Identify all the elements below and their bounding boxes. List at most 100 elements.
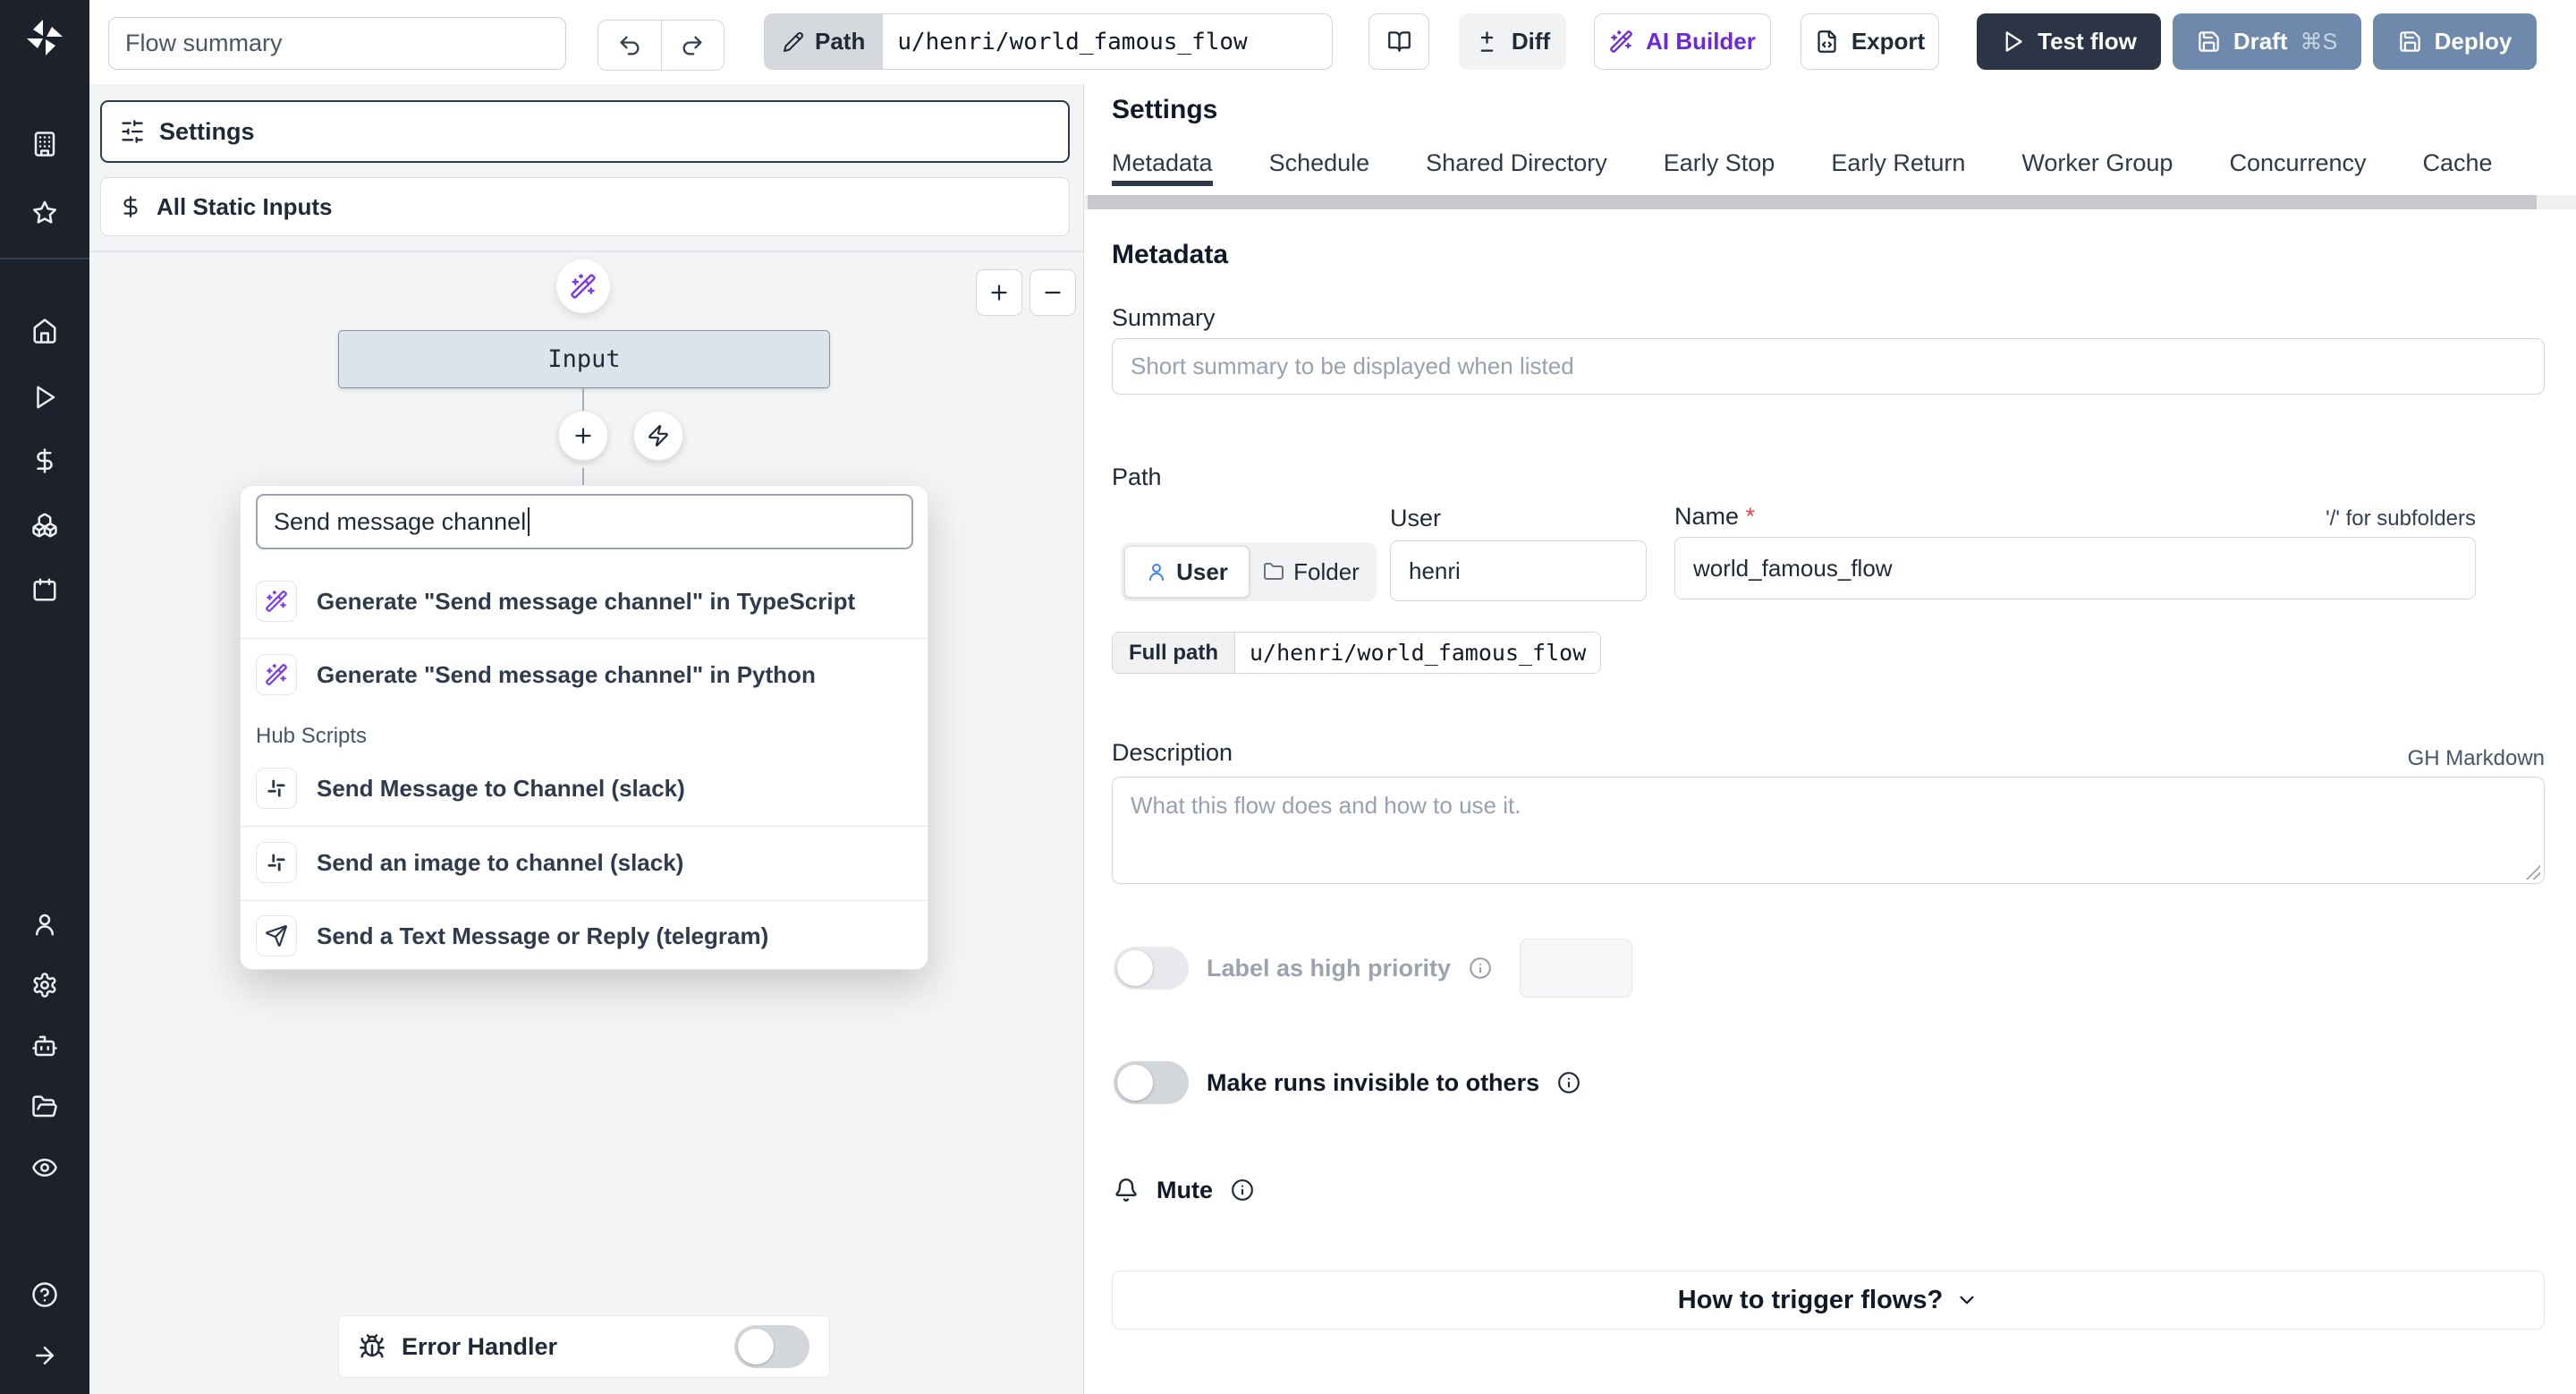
name-input[interactable] xyxy=(1674,537,2476,599)
edit-path-button[interactable]: Path xyxy=(765,14,884,69)
hub-scripts-section-label: Hub Scripts xyxy=(256,724,368,748)
runs-play-icon[interactable] xyxy=(31,384,58,411)
flow-summary-input[interactable] xyxy=(108,17,566,70)
tab-early-return[interactable]: Early Return xyxy=(1831,140,1965,186)
undo-redo-group xyxy=(597,20,724,71)
workspace-building-icon[interactable] xyxy=(31,131,58,157)
owner-user-option[interactable]: User xyxy=(1124,546,1250,598)
zoom-in-button[interactable] xyxy=(976,269,1022,316)
user-field-label: User xyxy=(1390,505,1442,531)
redo-button[interactable] xyxy=(662,21,724,70)
bell-icon xyxy=(1114,1177,1139,1203)
diff-icon xyxy=(1475,30,1499,54)
audit-eye-icon[interactable] xyxy=(31,1154,58,1181)
folders-icon[interactable] xyxy=(31,1093,58,1120)
help-circle-icon[interactable] xyxy=(31,1281,58,1308)
toggle-knob xyxy=(1117,950,1153,986)
slack-icon xyxy=(256,768,297,809)
flow-settings-label: Settings xyxy=(159,117,255,145)
test-flow-button[interactable]: Test flow xyxy=(1977,13,2161,70)
hub-script-item[interactable]: Send Message to Channel (slack) xyxy=(256,759,912,818)
high-priority-toggle[interactable] xyxy=(1114,947,1189,990)
static-inputs-node[interactable]: All Static Inputs xyxy=(100,177,1070,236)
info-icon[interactable] xyxy=(1557,1071,1580,1094)
step-search-input[interactable]: Send message channel xyxy=(256,494,913,549)
workers-bot-icon[interactable] xyxy=(31,1033,58,1059)
error-handler-toggle[interactable] xyxy=(734,1325,809,1368)
diff-button[interactable]: Diff xyxy=(1459,13,1566,70)
sidebar xyxy=(0,0,89,1394)
ai-step-suggestion-button[interactable] xyxy=(556,259,610,313)
path-label: Path xyxy=(815,28,866,55)
add-step-button[interactable] xyxy=(558,411,608,461)
deploy-button[interactable]: Deploy xyxy=(2373,13,2537,70)
home-icon[interactable] xyxy=(31,318,58,344)
windmill-flow-editor: Path u/henri/world_famous_flow Diff AI B… xyxy=(0,0,2576,1394)
owner-folder-option[interactable]: Folder xyxy=(1250,546,1373,598)
expand-arrow-icon[interactable] xyxy=(31,1342,58,1369)
tab-early-stop[interactable]: Early Stop xyxy=(1664,140,1775,186)
docs-button[interactable] xyxy=(1368,13,1429,70)
flow-settings-node[interactable]: Settings xyxy=(100,100,1070,163)
windmill-logo-icon[interactable] xyxy=(23,16,66,59)
hub-script-item[interactable]: Send an image to channel (slack) xyxy=(256,833,912,892)
list-divider xyxy=(241,900,928,901)
description-field-wrap xyxy=(1112,777,2545,884)
how-to-trigger-expander[interactable]: How to trigger flows? xyxy=(1112,1271,2545,1330)
input-node[interactable]: Input xyxy=(338,330,830,388)
schedules-calendar-icon[interactable] xyxy=(31,576,58,603)
description-label: Description xyxy=(1112,739,1233,766)
resources-boxes-icon[interactable] xyxy=(31,512,58,539)
tab-metadata[interactable]: Metadata xyxy=(1112,140,1213,186)
ai-builder-label: AI Builder xyxy=(1646,28,1756,55)
user-input[interactable] xyxy=(1390,540,1647,601)
summary-label: Summary xyxy=(1112,304,1216,331)
favorites-star-icon[interactable] xyxy=(31,200,58,226)
tab-worker-group[interactable]: Worker Group xyxy=(2021,140,2173,186)
variables-dollar-icon[interactable] xyxy=(31,447,58,474)
tab-cache[interactable]: Cache xyxy=(2423,140,2493,186)
summary-input[interactable] xyxy=(1112,338,2545,395)
tab-schedule[interactable]: Schedule xyxy=(1269,140,1370,186)
info-icon[interactable] xyxy=(1231,1178,1254,1202)
invisible-runs-toggle[interactable] xyxy=(1114,1061,1189,1104)
list-divider xyxy=(241,826,928,827)
settings-title: Settings xyxy=(1112,95,1218,124)
add-trigger-button[interactable] xyxy=(633,411,683,461)
path-value[interactable]: u/henri/world_famous_flow xyxy=(883,14,1261,69)
settings-gear-icon[interactable] xyxy=(31,972,58,999)
canvas-divider xyxy=(89,251,1083,252)
export-label: Export xyxy=(1851,28,1926,55)
mute-label: Mute xyxy=(1157,1176,1213,1203)
item-label: Send a Text Message or Reply (telegram) xyxy=(317,922,769,949)
scrollbar-thumb[interactable] xyxy=(1088,195,2537,209)
zap-icon xyxy=(647,424,670,447)
hub-script-item[interactable]: Send a Text Message or Reply (telegram) xyxy=(256,906,912,965)
info-icon[interactable] xyxy=(1469,956,1492,980)
generate-python-item[interactable]: Generate "Send message channel" in Pytho… xyxy=(256,645,912,704)
tabs-scrollbar[interactable] xyxy=(1084,195,2576,209)
generate-typescript-item[interactable]: Generate "Send message channel" in TypeS… xyxy=(256,572,912,631)
resize-grip[interactable] xyxy=(2524,863,2540,880)
item-label: Send Message to Channel (slack) xyxy=(317,774,685,802)
tab-shared-directory[interactable]: Shared Directory xyxy=(1426,140,1607,186)
error-handler-node[interactable]: Error Handler xyxy=(338,1315,830,1378)
high-priority-label: Label as high priority xyxy=(1207,954,1452,982)
users-person-icon[interactable] xyxy=(31,911,58,938)
draft-button[interactable]: Draft ⌘S xyxy=(2173,13,2361,70)
markdown-hint: GH Markdown xyxy=(2407,746,2545,770)
path-section-label: Path xyxy=(1112,463,1162,490)
description-textarea[interactable] xyxy=(1112,777,2545,884)
undo-button[interactable] xyxy=(598,21,662,70)
flow-graph-panel: Settings All Static Inputs Input Send me… xyxy=(89,84,1084,1394)
plus-icon xyxy=(572,424,595,447)
tab-concurrency[interactable]: Concurrency xyxy=(2229,140,2366,186)
step-search-value: Send message channel xyxy=(274,507,527,535)
high-priority-row: Label as high priority xyxy=(1114,939,1492,998)
zoom-out-button[interactable] xyxy=(1030,269,1076,316)
full-path-value[interactable]: u/henri/world_famous_flow xyxy=(1234,633,1601,673)
export-button[interactable]: Export xyxy=(1801,13,1939,70)
ai-builder-button[interactable]: AI Builder xyxy=(1594,13,1771,70)
topbar: Path u/henri/world_famous_flow Diff AI B… xyxy=(89,0,2576,85)
invisible-runs-label: Make runs invisible to others xyxy=(1207,1068,1540,1096)
